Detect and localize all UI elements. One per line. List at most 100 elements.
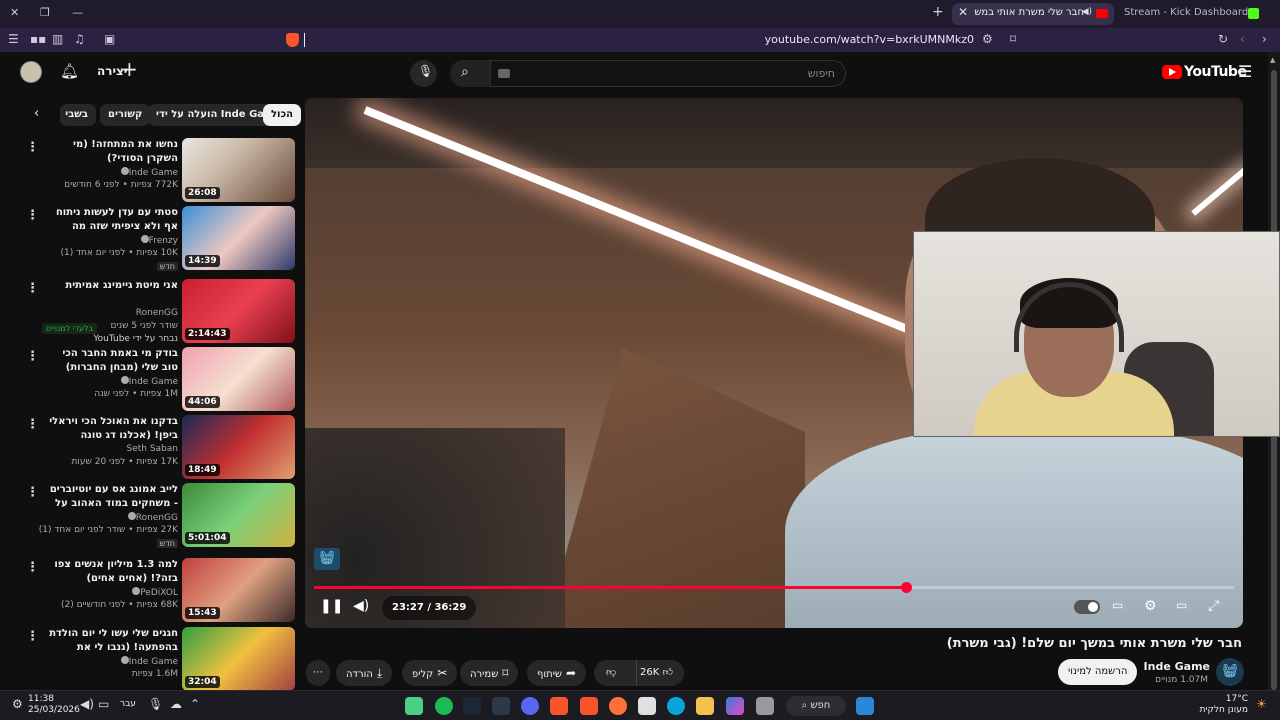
video-thumbnail[interactable]: 44:06 bbox=[182, 347, 295, 411]
network-tray-icon[interactable]: ▭ bbox=[98, 697, 109, 711]
fullscreen-icon[interactable]: ⤢ bbox=[1208, 598, 1219, 614]
file-explorer-icon[interactable] bbox=[696, 697, 714, 715]
channel-name[interactable]: Frenzy bbox=[139, 235, 178, 246]
youtube-logo-icon[interactable] bbox=[1162, 65, 1182, 79]
music-icon[interactable]: ♫ bbox=[74, 32, 85, 46]
weather-widget[interactable]: 17°C מעונן חלקית bbox=[1198, 694, 1248, 716]
list-item[interactable]: 26:08 נחשו את המתחזה! (מי השקרן הסודי?) … bbox=[18, 138, 298, 202]
back-icon[interactable]: › bbox=[1262, 32, 1267, 46]
language-indicator[interactable]: עבר bbox=[120, 699, 136, 709]
clock[interactable]: 11:38 25/03/2026 bbox=[28, 694, 80, 716]
firefox-icon[interactable] bbox=[609, 697, 627, 715]
sidebar-icon[interactable]: ▥ bbox=[52, 32, 63, 46]
spotify-icon[interactable] bbox=[435, 697, 453, 715]
brave-icon[interactable] bbox=[580, 697, 598, 715]
mic-tray-icon[interactable]: 🎙︎ bbox=[148, 697, 163, 711]
theater-mode-icon[interactable]: ▭ bbox=[1176, 598, 1187, 612]
channel-name[interactable]: RonenGG bbox=[136, 308, 178, 318]
channel-name[interactable]: RonenGG bbox=[126, 512, 178, 523]
volume-icon[interactable]: ◀) bbox=[353, 598, 369, 614]
list-item[interactable]: 44:06 בודק מי באמת החבר הכי טוב שלי (מבח… bbox=[18, 347, 298, 411]
voice-search-button[interactable]: 🎙︎ bbox=[410, 60, 437, 87]
tab-youtube[interactable]: ✕ חבר שלי משרת אותי במשך יום שלם ◀) bbox=[952, 3, 1114, 25]
subtitles-icon[interactable]: ▭ bbox=[1112, 598, 1123, 612]
site-settings-icon[interactable]: ⚙ bbox=[982, 32, 993, 46]
cloud-tray-icon[interactable]: ☁ bbox=[170, 697, 182, 711]
video-title[interactable]: לייב אמונג אס עם יוטיוברים - משחקים במוד… bbox=[46, 483, 178, 511]
clip-button[interactable]: ✂קליפ bbox=[402, 660, 458, 686]
reload-icon[interactable]: ↻ bbox=[1218, 32, 1228, 46]
app-icon[interactable] bbox=[492, 697, 510, 715]
chips-scroll-left-icon[interactable]: ‹ bbox=[34, 106, 39, 121]
search-input[interactable]: חיפוש bbox=[490, 60, 846, 87]
taskbar-search[interactable]: ⌕ חפש bbox=[786, 696, 846, 716]
forward-icon[interactable]: ‹ bbox=[1240, 32, 1245, 46]
chip-live[interactable]: בשבי bbox=[60, 104, 96, 126]
channel-avatar[interactable]: 🧺︎ bbox=[1216, 658, 1244, 686]
volume-tray-icon[interactable]: ◀) bbox=[80, 697, 94, 711]
list-item[interactable]: 18:49 בדקנו את האוכל הכי ויראלי ביפן! (א… bbox=[18, 415, 298, 479]
more-options-icon[interactable]: ⋮ bbox=[26, 140, 39, 155]
list-item[interactable]: 15:43 למה 1.3 מיליון אנשים צפו בזה?! (אח… bbox=[18, 558, 298, 622]
settings-tray-icon[interactable]: ⚙ bbox=[12, 697, 23, 711]
channel-name[interactable]: Inde Game bbox=[119, 167, 178, 178]
video-thumbnail[interactable]: 2:14:43 bbox=[182, 279, 295, 343]
channel-watermark-icon[interactable]: 🧺︎ bbox=[314, 548, 340, 570]
minimize-window-icon[interactable]: — bbox=[72, 6, 83, 19]
copilot-icon[interactable] bbox=[726, 697, 744, 715]
video-thumbnail[interactable]: 14:39 bbox=[182, 206, 295, 270]
tab-audio-icon[interactable]: ◀) bbox=[1082, 7, 1092, 17]
tab-kick-dashboard[interactable]: Stream - Kick Dashboard bbox=[1118, 3, 1259, 25]
address-bar[interactable]: youtube.com/watch?v=bxrkUMNMkz0 ⚙ ⌑ bbox=[282, 30, 1032, 50]
more-options-icon[interactable]: ⋮ bbox=[26, 485, 39, 500]
like-button[interactable]: 26K 👍︎ bbox=[640, 660, 673, 686]
channel-name[interactable]: Inde Game bbox=[1144, 660, 1210, 673]
bookmark-icon[interactable]: ⌑ bbox=[1010, 32, 1016, 46]
list-item[interactable]: 32:04 חגגים שלי עשו לי יום הולדת בהפתעה!… bbox=[18, 627, 298, 690]
tab-close-icon[interactable]: ✕ bbox=[958, 5, 968, 19]
video-thumbnail[interactable]: 18:49 bbox=[182, 415, 295, 479]
video-title[interactable]: בדקנו את האוכל הכי ויראלי ביפן! (אכלנו ד… bbox=[46, 415, 178, 443]
more-options-icon[interactable]: ⋮ bbox=[26, 417, 39, 432]
scroll-up-icon[interactable]: ▲ bbox=[1270, 56, 1275, 64]
list-item[interactable]: 5:01:04 לייב אמונג אס עם יוטיוברים - משח… bbox=[18, 483, 298, 548]
account-avatar[interactable] bbox=[20, 61, 42, 83]
video-title[interactable]: סטתי עם עדן לעשות ניתוח אף ולא ציפיתי שז… bbox=[46, 206, 178, 234]
chip-related[interactable]: קשורים bbox=[100, 104, 151, 126]
create-plus-icon[interactable]: + bbox=[121, 57, 138, 81]
video-title[interactable]: למה 1.3 מיליון אנשים צפו בזה?! (אחים אחי… bbox=[46, 558, 178, 586]
reader-icon[interactable]: ▣ bbox=[104, 32, 115, 46]
notifications-bell-icon[interactable]: 🔔︎ bbox=[60, 62, 79, 80]
brave-shield-icon[interactable] bbox=[286, 33, 299, 47]
video-title[interactable]: חגגים שלי עשו לי יום הולדת בהפתעה! (גנבו… bbox=[46, 627, 178, 655]
app-icon[interactable] bbox=[405, 697, 423, 715]
more-options-icon[interactable]: ⋮ bbox=[26, 349, 39, 364]
store-icon[interactable] bbox=[638, 697, 656, 715]
channel-name[interactable]: Inde Game bbox=[119, 376, 178, 387]
more-options-icon[interactable]: ⋮ bbox=[26, 560, 39, 575]
restore-window-icon[interactable]: ❐ bbox=[40, 6, 50, 19]
windows-start-icon[interactable] bbox=[856, 697, 874, 715]
pause-icon[interactable]: ❚❚ bbox=[320, 598, 343, 614]
video-thumbnail[interactable]: 26:08 bbox=[182, 138, 295, 202]
video-thumbnail[interactable]: 32:04 bbox=[182, 627, 295, 690]
guide-menu-icon[interactable]: ☰ bbox=[1238, 62, 1252, 81]
dislike-icon[interactable]: 👎︎ bbox=[606, 660, 616, 686]
more-options-icon[interactable]: ⋮ bbox=[26, 281, 39, 296]
share-button[interactable]: ➦שיתוף bbox=[527, 660, 587, 686]
save-button[interactable]: ⌑שמירה bbox=[460, 660, 519, 686]
list-item[interactable]: 2:14:43 אני מיטת גיימינג אמיתית RonenGG … bbox=[18, 279, 298, 344]
steam-icon[interactable] bbox=[463, 697, 481, 715]
close-window-icon[interactable]: ✕ bbox=[10, 6, 19, 19]
autoplay-toggle[interactable] bbox=[1074, 600, 1100, 614]
progress-scrubber[interactable] bbox=[900, 582, 912, 593]
more-options-icon[interactable]: ⋮ bbox=[26, 208, 39, 223]
video-thumbnail[interactable]: 15:43 bbox=[182, 558, 295, 622]
app-icon[interactable] bbox=[756, 697, 774, 715]
video-title[interactable]: אני מיטת גיימינג אמיתית bbox=[46, 279, 178, 307]
channel-name[interactable]: Inde Game bbox=[119, 656, 178, 667]
edge-icon[interactable] bbox=[667, 697, 685, 715]
new-tab-icon[interactable]: + bbox=[932, 4, 944, 20]
video-title[interactable]: בודק מי באמת החבר הכי טוב שלי (מבחן החבר… bbox=[46, 347, 178, 375]
channel-name[interactable]: PeDiXOL bbox=[130, 587, 178, 598]
